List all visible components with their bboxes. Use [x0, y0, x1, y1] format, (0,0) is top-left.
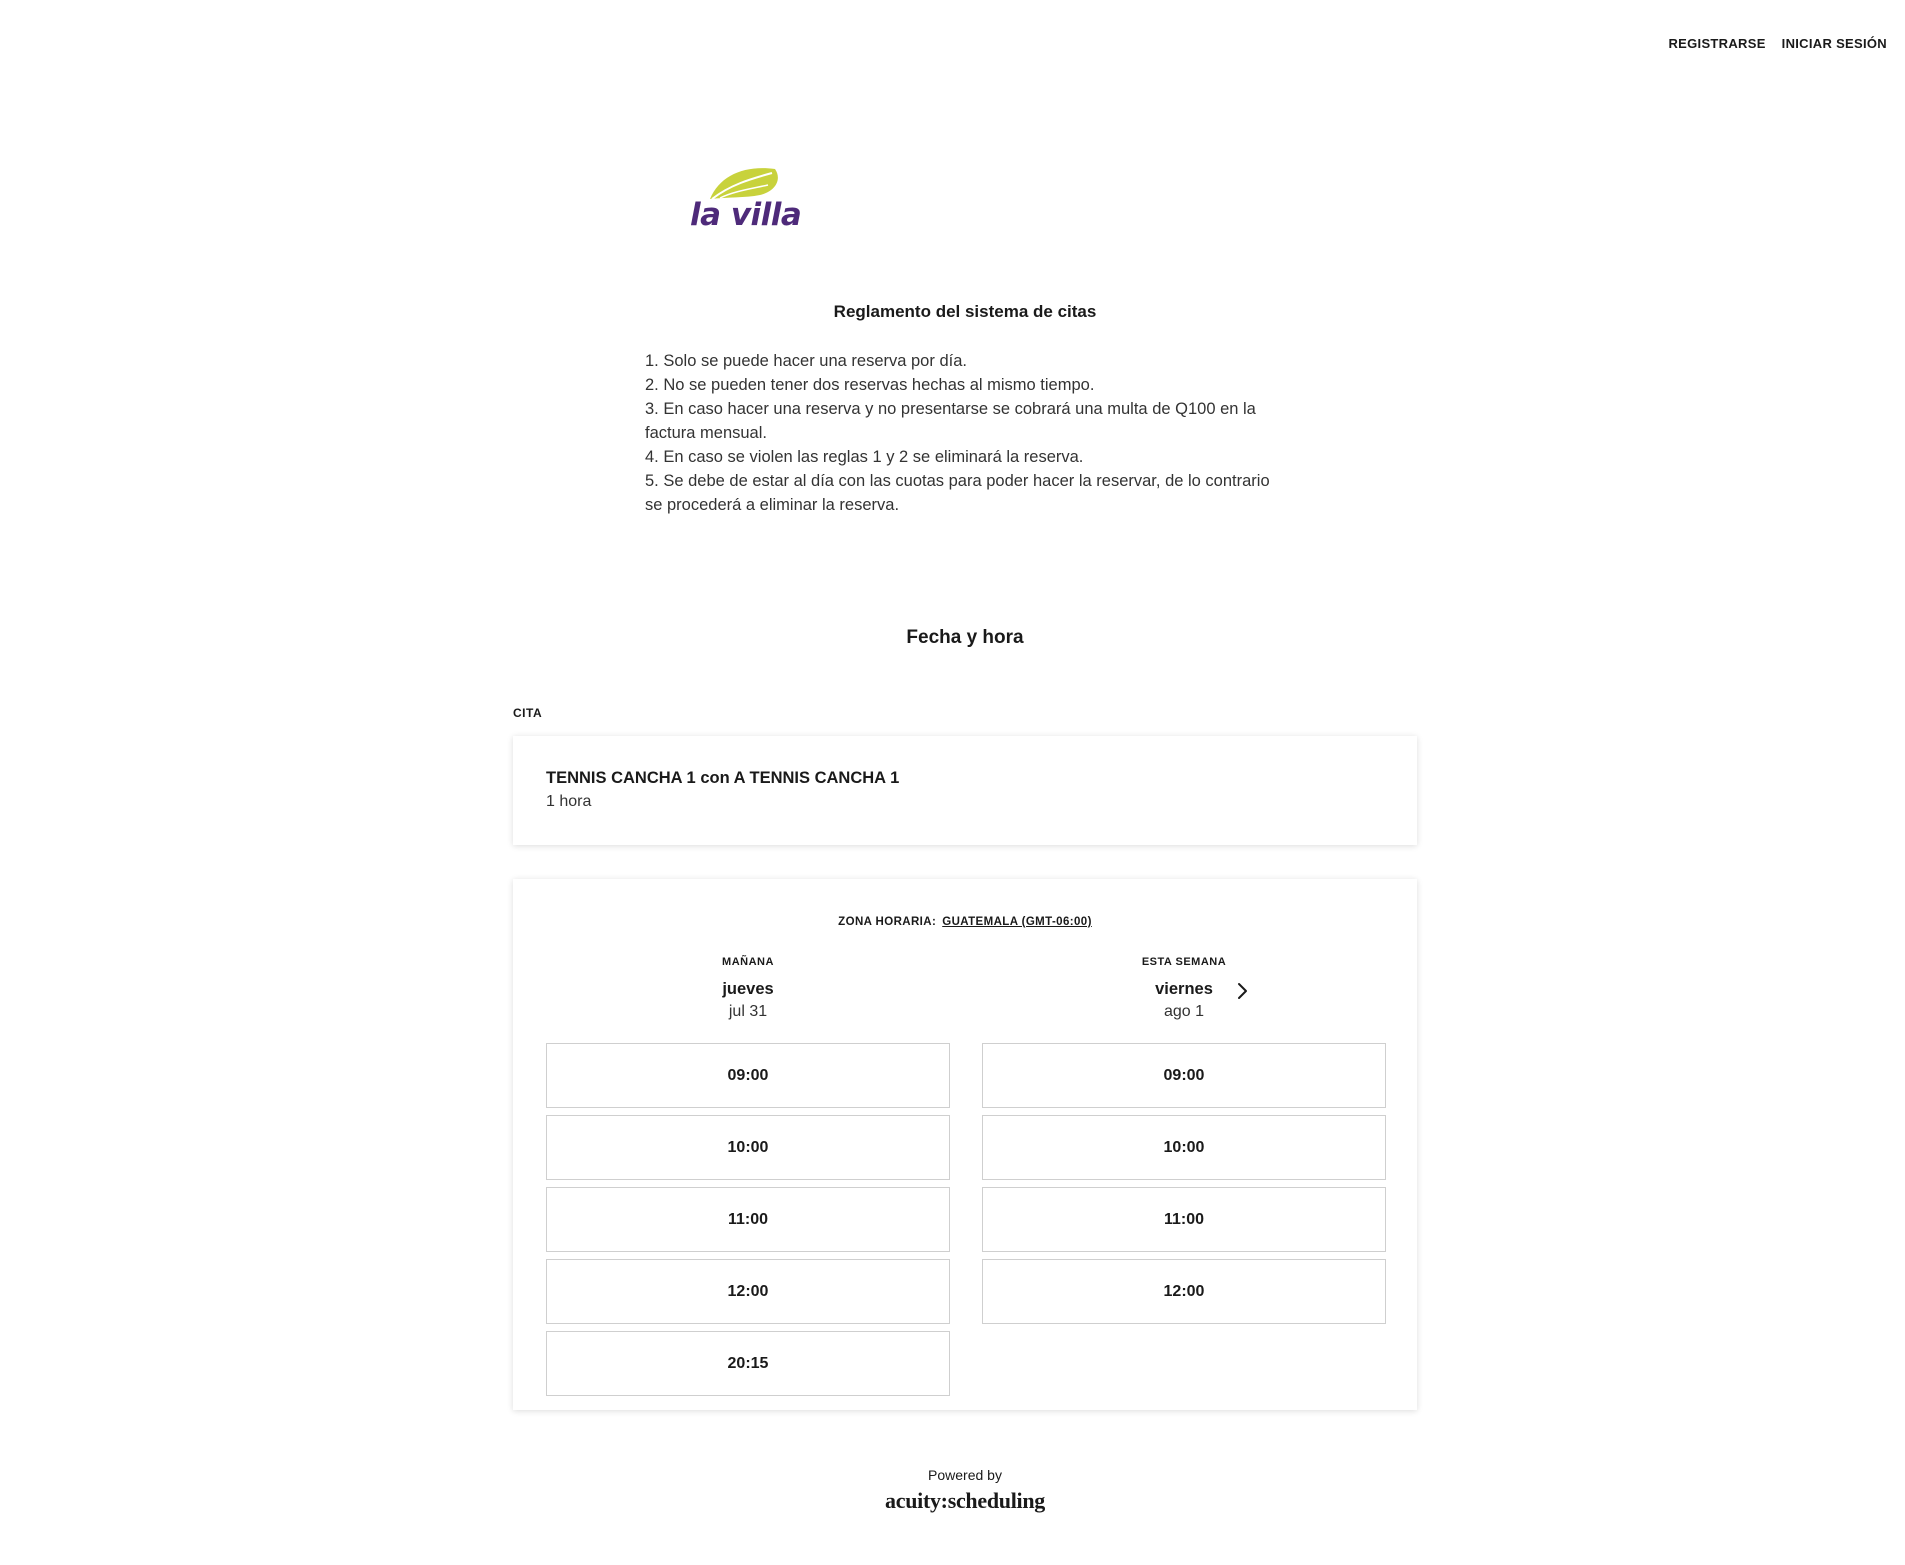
rule-line: 4. En caso se violen las reglas 1 y 2 se… — [645, 448, 1084, 466]
timezone-selector[interactable]: GUATEMALA (GMT-06:00) — [942, 916, 1092, 928]
top-nav: REGISTRARSE INICIAR SESIÓN — [1668, 36, 1887, 51]
day-header: ESTA SEMANA viernes ago 1 — [982, 956, 1386, 1021]
time-slot-list: 09:00 10:00 11:00 12:00 20:15 — [546, 1043, 950, 1403]
timezone-label: ZONA HORARIA: — [838, 916, 937, 928]
la-villa-logo: la villa — [690, 163, 802, 238]
chevron-right-icon[interactable] — [1232, 981, 1252, 1001]
time-slot-button[interactable]: 11:00 — [546, 1187, 950, 1252]
appointment-duration: 1 hora — [546, 793, 592, 810]
logo-text: la villa — [690, 197, 802, 233]
rule-line: 3. En caso hacer una reserva y no presen… — [645, 400, 1256, 442]
day-date: ago 1 — [1163, 1003, 1205, 1020]
rules-title: Reglamento del sistema de citas — [833, 302, 1097, 321]
time-slot-list: 09:00 10:00 11:00 12:00 — [982, 1043, 1386, 1331]
rule-line: 1. Solo se puede hacer una reserva por d… — [645, 352, 967, 370]
appointment-label: CITA — [513, 706, 543, 720]
time-slot-button[interactable]: 10:00 — [546, 1115, 950, 1180]
day-relative-label: ESTA SEMANA — [1141, 956, 1227, 968]
day-name: viernes — [1155, 980, 1213, 998]
powered-by-label: Powered by — [928, 1467, 1002, 1483]
time-slot-button[interactable]: 20:15 — [546, 1331, 950, 1396]
day-name: jueves — [722, 980, 774, 998]
rule-line: 2. No se pueden tener dos reservas hecha… — [645, 376, 1095, 394]
rules-list: 1. Solo se puede hacer una reserva por d… — [645, 349, 1285, 517]
date-time-heading: Fecha y hora — [906, 627, 1024, 648]
time-slot-button[interactable]: 12:00 — [982, 1259, 1386, 1324]
rule-line: 5. Se debe de estar al día con las cuota… — [645, 472, 1270, 514]
time-slot-button[interactable]: 09:00 — [546, 1043, 950, 1108]
register-link[interactable]: REGISTRARSE — [1668, 36, 1765, 51]
time-slot-button[interactable]: 10:00 — [982, 1115, 1386, 1180]
acuity-logo[interactable]: acuity:scheduling — [0, 1488, 1905, 1514]
day-relative-label: MAÑANA — [722, 956, 774, 968]
time-slot-button[interactable]: 11:00 — [982, 1187, 1386, 1252]
login-link[interactable]: INICIAR SESIÓN — [1782, 36, 1887, 51]
day-name-row: viernes — [982, 980, 1386, 1002]
day-date: jul 31 — [728, 1003, 768, 1020]
time-slot-button[interactable]: 09:00 — [982, 1043, 1386, 1108]
time-slot-button[interactable]: 12:00 — [546, 1259, 950, 1324]
timezone-row: ZONA HORARIA: GUATEMALA (GMT-06:00) — [513, 916, 1417, 928]
appointment-card[interactable]: TENNIS CANCHA 1 con A TENNIS CANCHA 1 1 … — [513, 736, 1417, 845]
day-header: MAÑANA jueves jul 31 — [546, 956, 950, 1021]
time-slots-card: ZONA HORARIA: GUATEMALA (GMT-06:00) MAÑAN… — [513, 879, 1417, 1410]
appointment-title: TENNIS CANCHA 1 con A TENNIS CANCHA 1 — [546, 769, 900, 787]
